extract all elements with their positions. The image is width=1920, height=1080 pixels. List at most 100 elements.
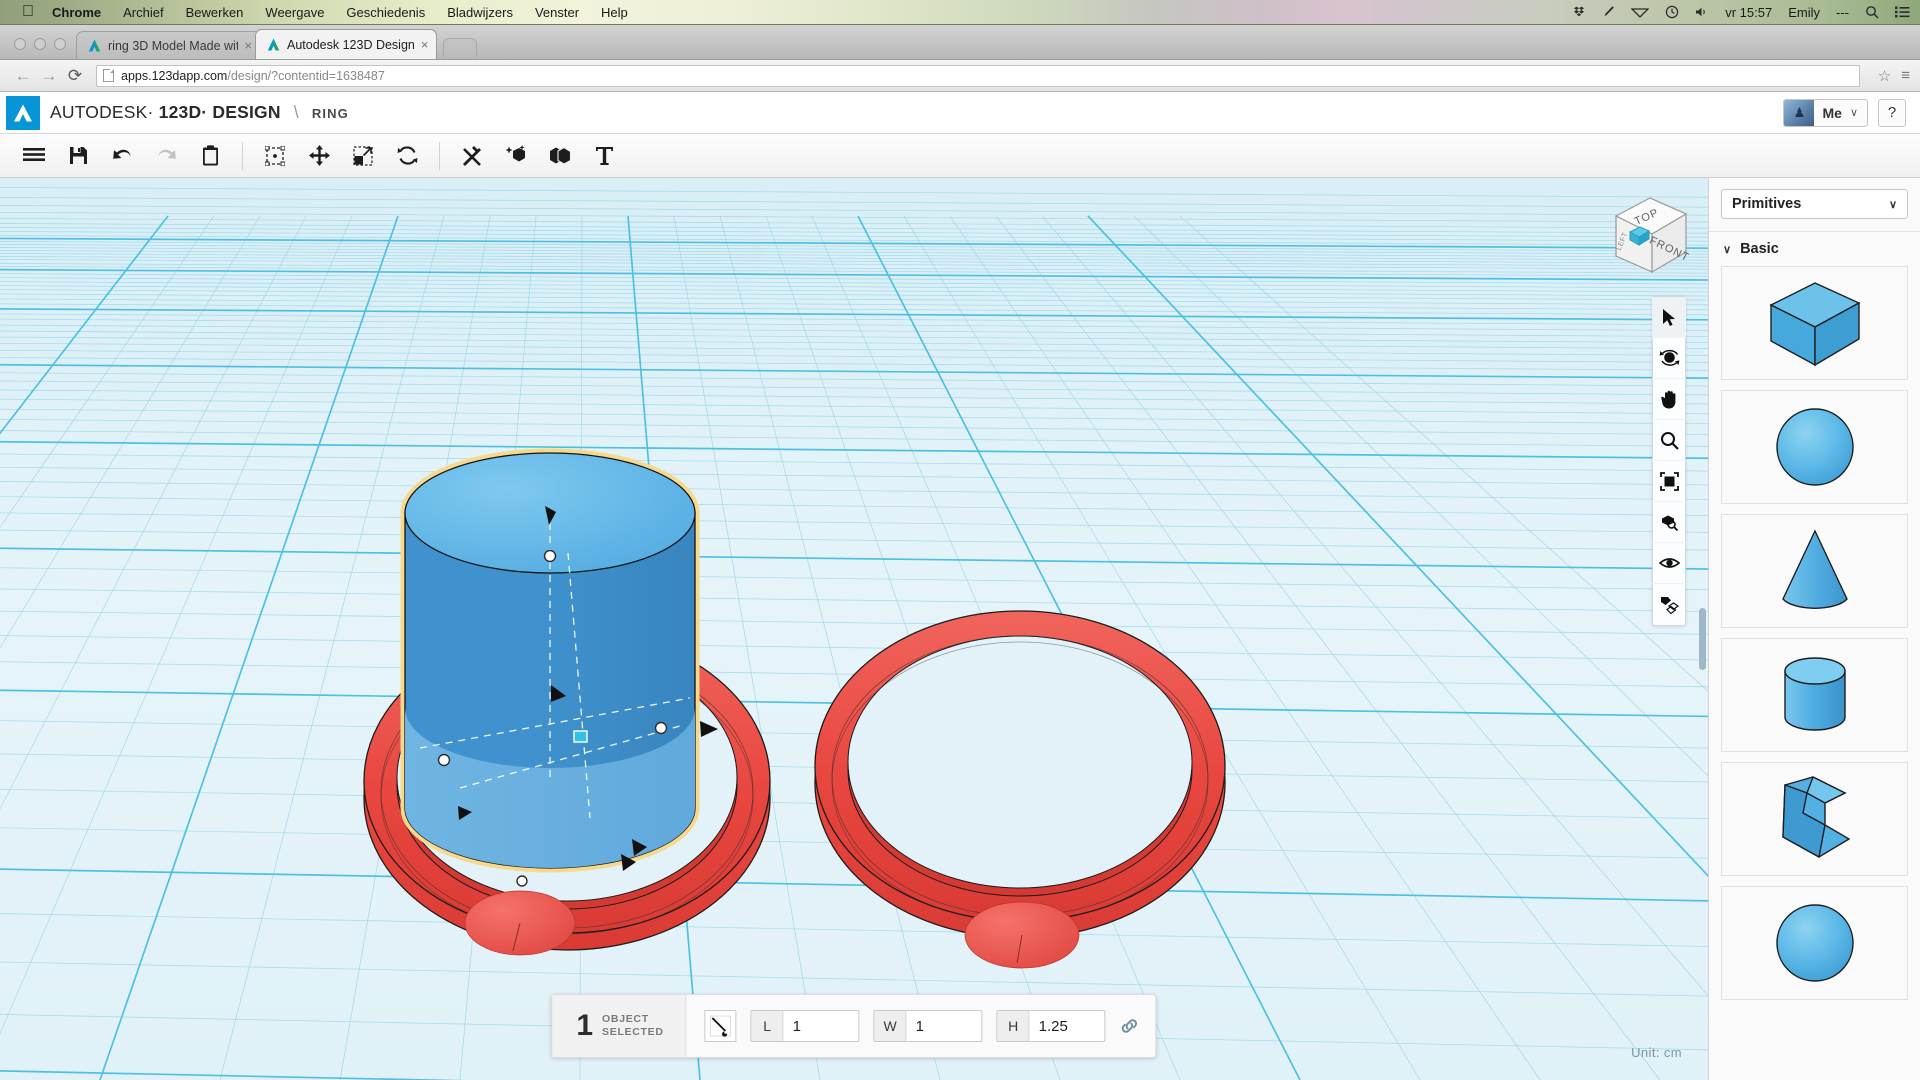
browser-tab-strip: ring 3D Model Made with 1 × Autodesk 123… (0, 25, 1920, 60)
os-menu-bewerken[interactable]: Bewerken (186, 5, 244, 20)
autodesk-favicon (87, 38, 102, 53)
os-menu-help[interactable]: Help (601, 5, 628, 20)
link-chain-icon[interactable] (1120, 1017, 1140, 1035)
os-menu-venster[interactable]: Venster (535, 5, 579, 20)
browser-menu-icon[interactable]: ≡ (1901, 67, 1910, 84)
height-value[interactable]: 1.25 (1030, 1011, 1105, 1041)
wedge-primitive[interactable] (1721, 762, 1908, 876)
workspace: TOP FRONT LEFT Unit: cm 1 OBJECT SELECTE… (0, 178, 1920, 1080)
zoom-object-icon[interactable] (1652, 502, 1686, 543)
brand-separator: \ (293, 102, 299, 122)
selection-count-label-line2: SELECTED (602, 1026, 664, 1038)
zoom-magnifier-icon[interactable] (1652, 420, 1686, 461)
os-menu-bladwijzers[interactable]: Bladwijzers (447, 5, 513, 20)
text-icon[interactable] (582, 136, 626, 176)
save-icon[interactable] (56, 136, 100, 176)
window-controls[interactable] (8, 38, 76, 59)
chevron-down-icon: ∨ (1849, 107, 1858, 119)
account-menu-button[interactable]: ♟ Me ∨ (1783, 98, 1868, 127)
bookmark-star-icon[interactable]: ☆ (1878, 67, 1891, 85)
back-arrow-icon[interactable]: ← (10, 66, 36, 86)
primitive-shape-grid (1709, 266, 1920, 1080)
box-primitive[interactable] (1721, 266, 1908, 380)
volume-icon[interactable] (1695, 6, 1709, 18)
window-close-button[interactable] (14, 38, 26, 50)
reload-icon[interactable]: ⟳ (62, 66, 88, 86)
measure-tool-icon[interactable] (704, 1010, 737, 1042)
length-field[interactable]: L 1 (750, 1010, 860, 1042)
snap-icon[interactable] (1652, 584, 1686, 625)
rotate-icon[interactable] (385, 136, 429, 176)
os-menu-weergave[interactable]: Weergave (265, 5, 324, 20)
paste-icon[interactable] (188, 136, 232, 176)
os-menu-geschiedenis[interactable]: Geschiedenis (346, 5, 425, 20)
os-clock[interactable]: vr 15:57 (1725, 5, 1772, 20)
primitives-panel: Primitives ∨ ∨ Basic (1708, 178, 1920, 1080)
account-label: Me (1822, 104, 1842, 121)
redo-icon[interactable] (144, 136, 188, 176)
new-tab-button[interactable] (443, 38, 478, 57)
cylinder-primitive[interactable] (1721, 638, 1908, 752)
address-bar[interactable]: apps.123dapp.com/design/?contentid=16384… (96, 64, 1860, 87)
browser-tab-1[interactable]: ring 3D Model Made with 1 × (76, 31, 261, 59)
select-arrow-icon[interactable] (1652, 297, 1686, 338)
torus-primitive[interactable] (1721, 886, 1908, 1000)
category-dropdown[interactable]: Primitives ∨ (1721, 189, 1908, 219)
wifi-icon[interactable] (1631, 6, 1650, 18)
length-value[interactable]: 1 (784, 1011, 859, 1041)
orbit-icon[interactable] (1652, 338, 1686, 379)
help-button[interactable]: ? (1878, 98, 1906, 127)
section-basic-header[interactable]: ∨ Basic (1709, 231, 1920, 266)
toolbar-separator (242, 141, 243, 170)
dropbox-icon[interactable] (1572, 5, 1586, 19)
view-cube[interactable]: TOP FRONT LEFT (1602, 190, 1694, 280)
combine-icon[interactable] (538, 136, 582, 176)
undo-icon[interactable] (100, 136, 144, 176)
width-label: W (874, 1011, 907, 1041)
brand-product: 123D· DESIGN (158, 102, 281, 122)
height-field[interactable]: H 1.25 (996, 1010, 1106, 1042)
sketch-icon[interactable] (450, 136, 494, 176)
pan-hand-icon[interactable] (1652, 379, 1686, 420)
cylinder-object (400, 448, 718, 887)
notification-center-icon[interactable] (1895, 6, 1910, 18)
page-info-icon[interactable] (103, 69, 114, 82)
viewport-nav-toolbar (1652, 296, 1686, 626)
construct-icon[interactable] (494, 136, 538, 176)
browser-tab-1-close-icon[interactable]: × (244, 38, 252, 53)
selection-count-label-line1: OBJECT (602, 1012, 649, 1025)
help-label: ? (1887, 104, 1897, 121)
browser-tab-2-close-icon[interactable]: × (421, 37, 429, 52)
fit-extents-icon[interactable] (1652, 461, 1686, 502)
move-icon[interactable] (297, 136, 341, 176)
forward-arrow-icon[interactable]: → (36, 66, 62, 86)
viewport-scrollbar[interactable] (1699, 608, 1706, 670)
selection-status-panel: 1 OBJECT SELECTED L 1 W 1 H 1.25 (551, 994, 1157, 1058)
autodesk-logo (6, 95, 40, 130)
os-menu-archief[interactable]: Archief (123, 5, 163, 20)
spotlight-search-icon[interactable] (1865, 5, 1879, 19)
sphere-primitive[interactable] (1721, 390, 1908, 504)
visibility-eye-icon[interactable] (1652, 543, 1686, 584)
browser-tab-2[interactable]: Autodesk 123D Design × (255, 29, 438, 59)
width-value[interactable]: 1 (907, 1011, 982, 1041)
timemachine-icon[interactable] (1665, 5, 1679, 19)
section-basic-label: Basic (1740, 241, 1779, 257)
scale-icon[interactable] (341, 136, 385, 176)
os-username[interactable]: Emily (1788, 5, 1820, 20)
window-minimize-button[interactable] (34, 38, 46, 50)
window-zoom-button[interactable] (54, 38, 66, 50)
viewport-3d[interactable]: TOP FRONT LEFT Unit: cm 1 OBJECT SELECTE… (0, 178, 1708, 1080)
os-menu-chrome[interactable]: Chrome (52, 5, 101, 20)
avatar: ♟ (1784, 99, 1815, 126)
unit-label: Unit: cm (1631, 1045, 1682, 1060)
menu-icon[interactable] (12, 136, 56, 176)
cone-primitive[interactable] (1721, 514, 1908, 628)
document-name: RING (311, 106, 349, 121)
width-field[interactable]: W 1 (873, 1010, 983, 1042)
height-label: H (997, 1011, 1030, 1041)
apple-icon[interactable]:  (22, 4, 34, 20)
os-extra-label: --- (1836, 4, 1849, 20)
transform-icon[interactable] (253, 136, 297, 176)
pen-icon[interactable] (1602, 5, 1615, 19)
